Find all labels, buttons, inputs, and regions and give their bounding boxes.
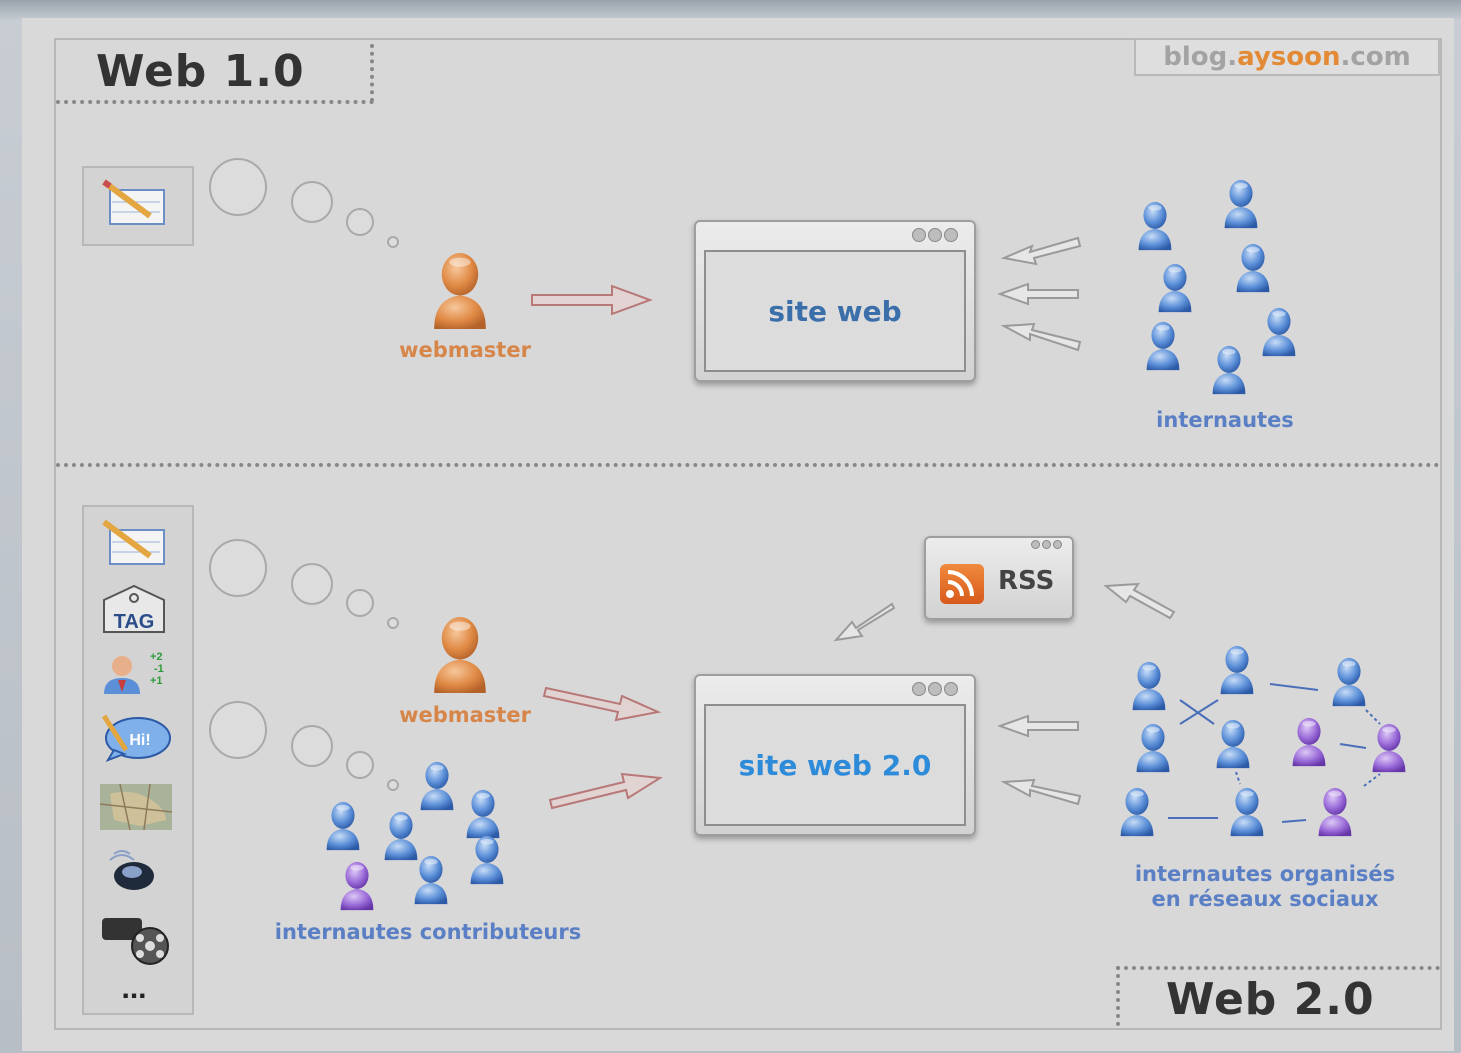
podcast-icon <box>109 850 154 890</box>
web2-contributors-group <box>326 761 504 911</box>
web2-user-arrows <box>833 582 1176 806</box>
svg-text:-1: -1 <box>154 663 164 675</box>
map-icon <box>99 783 173 831</box>
notepad-icon <box>102 519 165 565</box>
svg-text:+2: +2 <box>150 651 163 663</box>
web1-thought-bubbles <box>209 158 399 248</box>
notepad-icon <box>102 179 165 225</box>
social-network-group <box>1120 645 1406 837</box>
web1-users-group <box>1138 179 1296 395</box>
web2-webmaster-avatar <box>434 617 486 693</box>
video-icon <box>102 918 169 965</box>
web2-thought-bubbles-1 <box>209 539 399 629</box>
web2-webmaster-arrow <box>542 686 662 722</box>
svg-text:+1: +1 <box>150 675 163 687</box>
web1-webmaster-avatar <box>434 253 486 329</box>
diagram-graphics: TAG +2 -1 +1 Hi! ... <box>99 158 1406 1005</box>
score-labels: +2 -1 +1 <box>150 651 164 687</box>
web1-user-arrows <box>997 236 1082 352</box>
more-icon: ... <box>121 972 146 1005</box>
web1-webmaster-arrow <box>531 284 653 316</box>
tag-text: TAG <box>114 611 155 633</box>
web2-contributors-arrow <box>548 772 663 810</box>
web2-thought-bubbles-2 <box>209 701 399 791</box>
chat-bubble-text: Hi! <box>129 732 150 749</box>
rating-user-icon <box>104 656 140 694</box>
